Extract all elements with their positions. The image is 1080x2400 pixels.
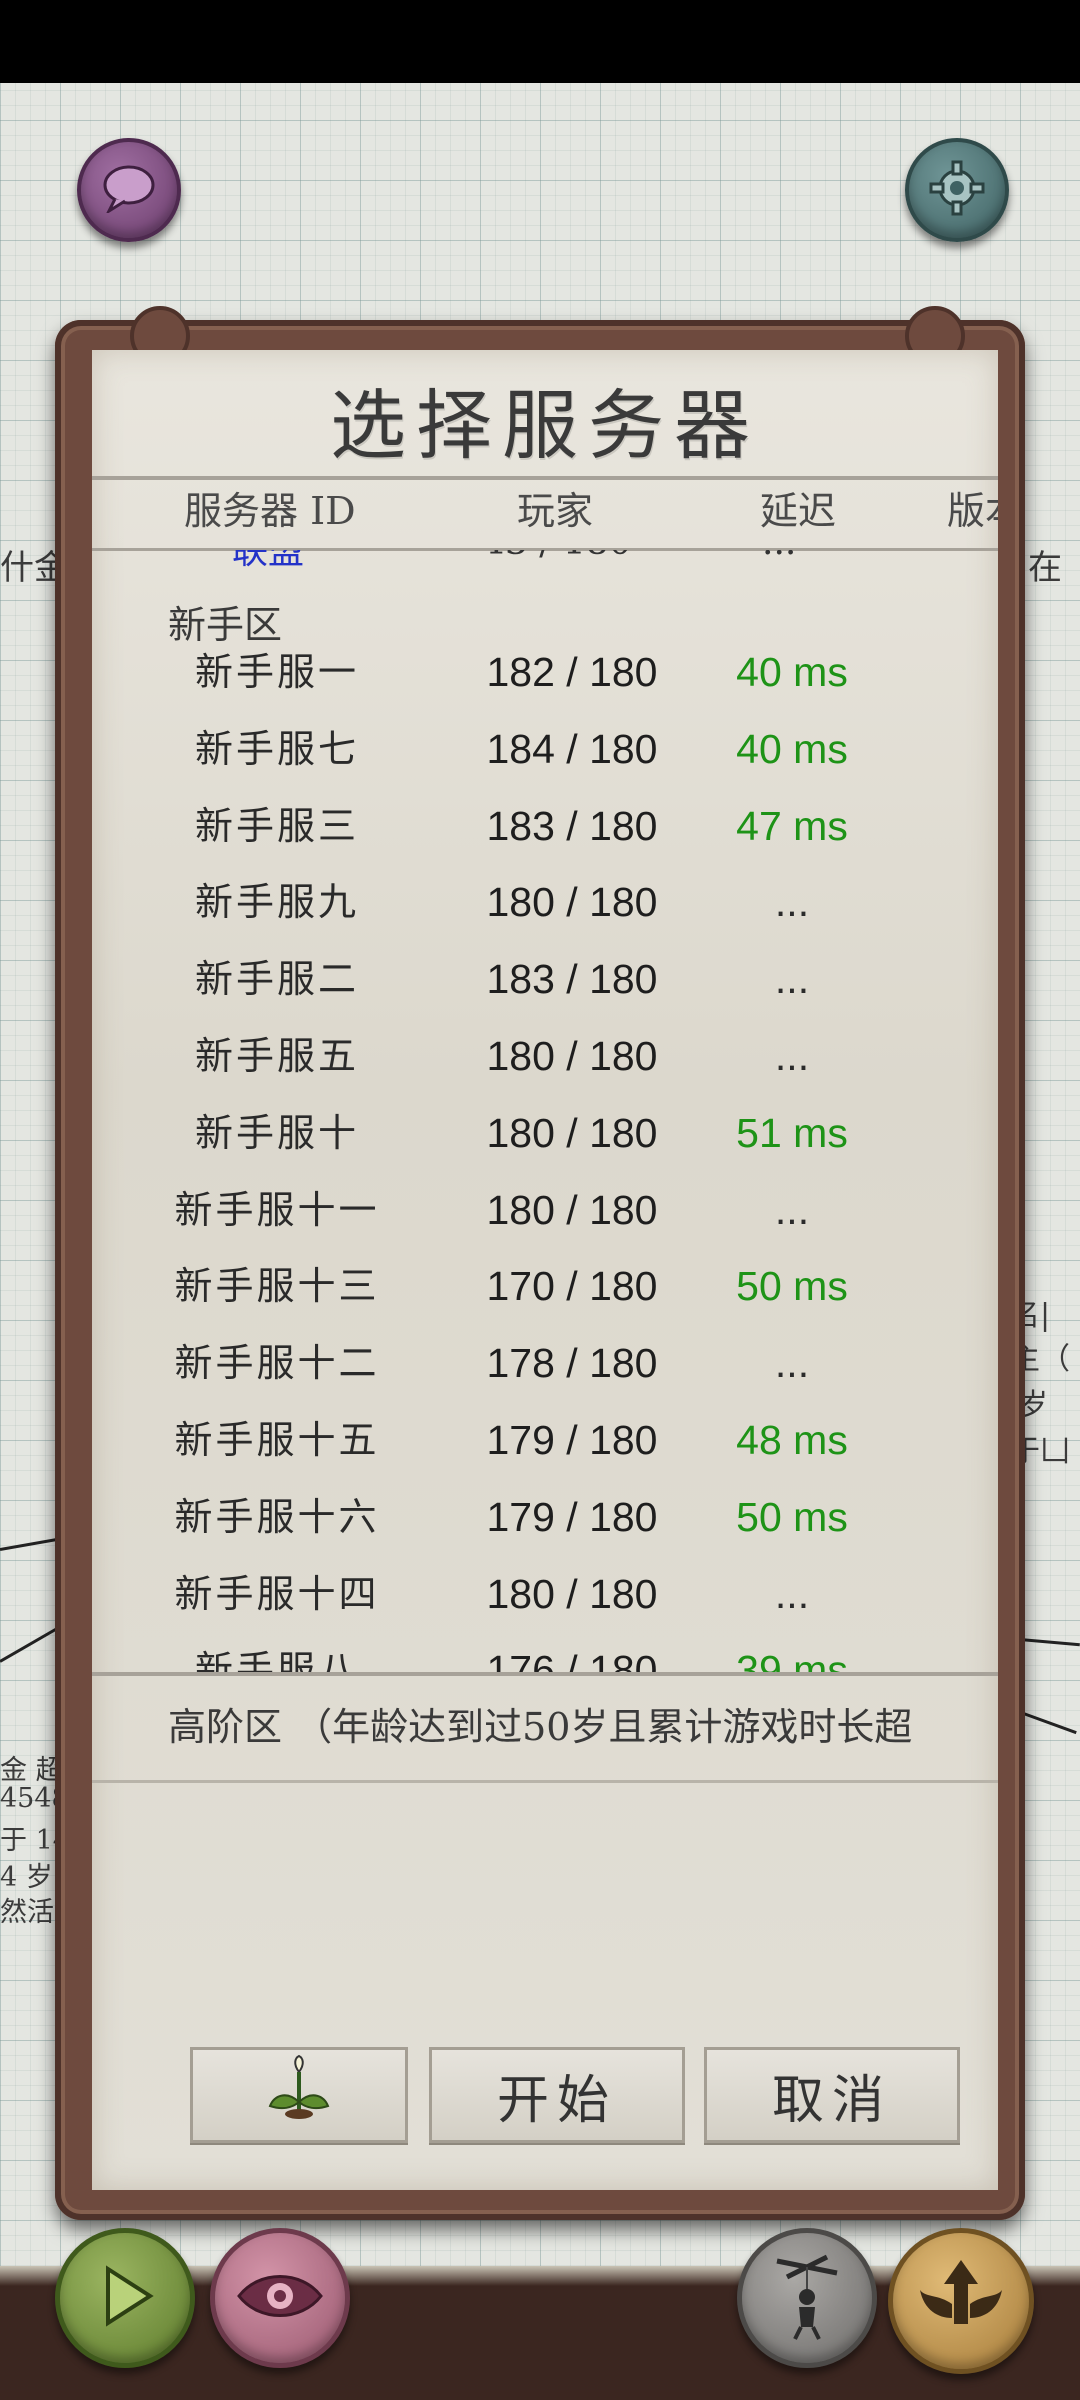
server-ping: ... xyxy=(774,1033,810,1079)
settings-button[interactable] xyxy=(905,138,1009,242)
server-ping: ... xyxy=(774,1570,810,1617)
server-players: 182 / 180 xyxy=(486,649,658,695)
server-players: 183 / 180 xyxy=(486,956,658,1003)
server-ping: ... xyxy=(774,1340,810,1387)
bg-note: 在 xyxy=(1028,548,1062,588)
server-players: 43 / 180 xyxy=(482,550,632,563)
server-row[interactable]: 新手服一 182 / 180 40 ms xyxy=(92,634,998,710)
server-row[interactable]: 新手服十四 180 / 180... xyxy=(92,1556,998,1632)
server-name: 新手服五 xyxy=(194,1034,359,1078)
server-ping: ... xyxy=(774,879,810,926)
server-name: 新手服八 xyxy=(194,1648,359,1672)
play-button[interactable] xyxy=(55,2228,195,2368)
server-players: 184 / 180 xyxy=(486,725,658,772)
server-players: 176 / 180 xyxy=(486,1647,658,1672)
play-icon xyxy=(90,2261,160,2335)
server-row[interactable]: 新手服五 180 / 180... xyxy=(92,1018,998,1094)
server-select-dialog: 选择服务器 服务器 ID 玩家 延迟 版本 联盟 43 / 180 ... 新手… xyxy=(92,350,998,2190)
server-players: 180 / 180 xyxy=(486,1570,658,1617)
server-name: 新手服十五 xyxy=(174,1418,380,1462)
server-name: 新手服三 xyxy=(194,803,359,848)
server-players: 183 / 180 xyxy=(486,802,658,849)
divider xyxy=(92,1672,998,1676)
server-name: 新手服十六 xyxy=(174,1494,380,1539)
server-ping: ... xyxy=(762,550,796,563)
server-row[interactable]: 新手服十二 178 / 180... xyxy=(92,1325,998,1401)
puppet-icon xyxy=(767,2251,847,2345)
divider xyxy=(92,1780,998,1783)
column-header-ping[interactable]: 延迟 xyxy=(760,480,836,535)
server-list[interactable]: 联盟 43 / 180 ... 新手区 新手服一182 / 18040 ms新手… xyxy=(92,550,998,1672)
bg-note: 然活 xyxy=(0,1897,54,1928)
section-label-advanced[interactable]: 高阶区 （年龄达到过50岁且累计游戏时长超 xyxy=(168,1696,998,1751)
status-bar xyxy=(0,0,1080,83)
server-players: 179 / 180 xyxy=(486,1417,658,1463)
server-row[interactable]: 新手服十三 170 / 180 50 ms xyxy=(92,1248,998,1324)
server-players: 179 / 180 xyxy=(486,1493,658,1540)
server-row[interactable]: 新手服三 183 / 180 47 ms xyxy=(92,788,998,864)
bg-line xyxy=(1019,1638,1080,1647)
server-row[interactable]: 新手服十六 179 / 180 50 ms xyxy=(92,1479,998,1555)
chat-button[interactable] xyxy=(77,138,181,242)
spectate-button[interactable] xyxy=(210,2228,350,2368)
server-ping: 39 ms xyxy=(736,1647,848,1672)
server-name: 新手服七 xyxy=(194,726,359,771)
server-players: 178 / 180 xyxy=(486,1340,658,1387)
server-name: 新手服一 xyxy=(194,650,359,694)
server-ping: 48 ms xyxy=(736,1417,848,1463)
puppet-button[interactable] xyxy=(737,2228,877,2368)
server-players: 170 / 180 xyxy=(486,1263,658,1310)
cancel-button[interactable]: 取消 xyxy=(704,2047,960,2143)
server-name: 联盟 xyxy=(232,550,305,572)
server-ping: 47 ms xyxy=(736,802,848,849)
wings-arrow-icon xyxy=(916,2254,1006,2348)
server-row[interactable]: 新手服十五 179 / 180 48 ms xyxy=(92,1402,998,1478)
server-row[interactable]: 新手服九 180 / 180... xyxy=(92,864,998,940)
upgrade-button[interactable] xyxy=(888,2228,1034,2374)
chat-icon xyxy=(101,163,157,217)
server-players: 180 / 180 xyxy=(486,1109,658,1156)
column-header-id[interactable]: 服务器 ID xyxy=(184,480,356,535)
server-name: 新手服十四 xyxy=(174,1571,380,1616)
server-ping: 51 ms xyxy=(736,1109,848,1156)
dialog-title: 选择服务器 xyxy=(330,381,760,470)
server-ping: 40 ms xyxy=(736,725,848,772)
server-row[interactable]: 新手服二 183 / 180... xyxy=(92,941,998,1017)
column-header-version[interactable]: 版本 xyxy=(947,480,998,535)
server-name: 新手服十三 xyxy=(174,1264,380,1309)
eye-icon xyxy=(235,2266,325,2330)
server-ping: 40 ms xyxy=(736,649,848,695)
server-row[interactable]: 新手服八 176 / 180 39 ms xyxy=(92,1632,998,1672)
bg-note: 金 超 xyxy=(0,1755,63,1786)
server-row-partial[interactable]: 联盟 43 / 180 ... xyxy=(92,550,998,572)
server-name: 新手服十一 xyxy=(174,1187,380,1232)
server-row[interactable]: 新手服十 180 / 180 51 ms xyxy=(92,1095,998,1171)
plant-button[interactable] xyxy=(190,2047,408,2143)
server-players: 180 / 180 xyxy=(486,879,658,926)
start-button[interactable]: 开始 xyxy=(429,2047,685,2143)
server-ping: ... xyxy=(774,1186,810,1233)
server-row[interactable]: 新手服七 184 / 180 40 ms xyxy=(92,711,998,787)
server-ping: 50 ms xyxy=(736,1493,848,1540)
server-ping: ... xyxy=(774,956,810,1003)
gear-icon xyxy=(927,158,987,222)
bg-line xyxy=(1017,1710,1077,1735)
server-ping: 50 ms xyxy=(736,1263,848,1310)
column-header-row: 服务器 ID 玩家 延迟 版本 xyxy=(92,480,998,538)
server-name: 新手服九 xyxy=(194,880,359,925)
bg-note: 4 岁 xyxy=(0,1862,53,1893)
server-players: 180 / 180 xyxy=(486,1186,658,1233)
server-name: 新手服十 xyxy=(194,1110,359,1155)
column-header-players[interactable]: 玩家 xyxy=(517,480,593,535)
server-row[interactable]: 新手服十一 180 / 180... xyxy=(92,1172,998,1248)
flower-sprout-icon xyxy=(264,2054,334,2137)
server-players: 180 / 180 xyxy=(486,1033,658,1079)
server-name: 新手服十二 xyxy=(174,1341,380,1386)
server-name: 新手服二 xyxy=(194,957,359,1002)
